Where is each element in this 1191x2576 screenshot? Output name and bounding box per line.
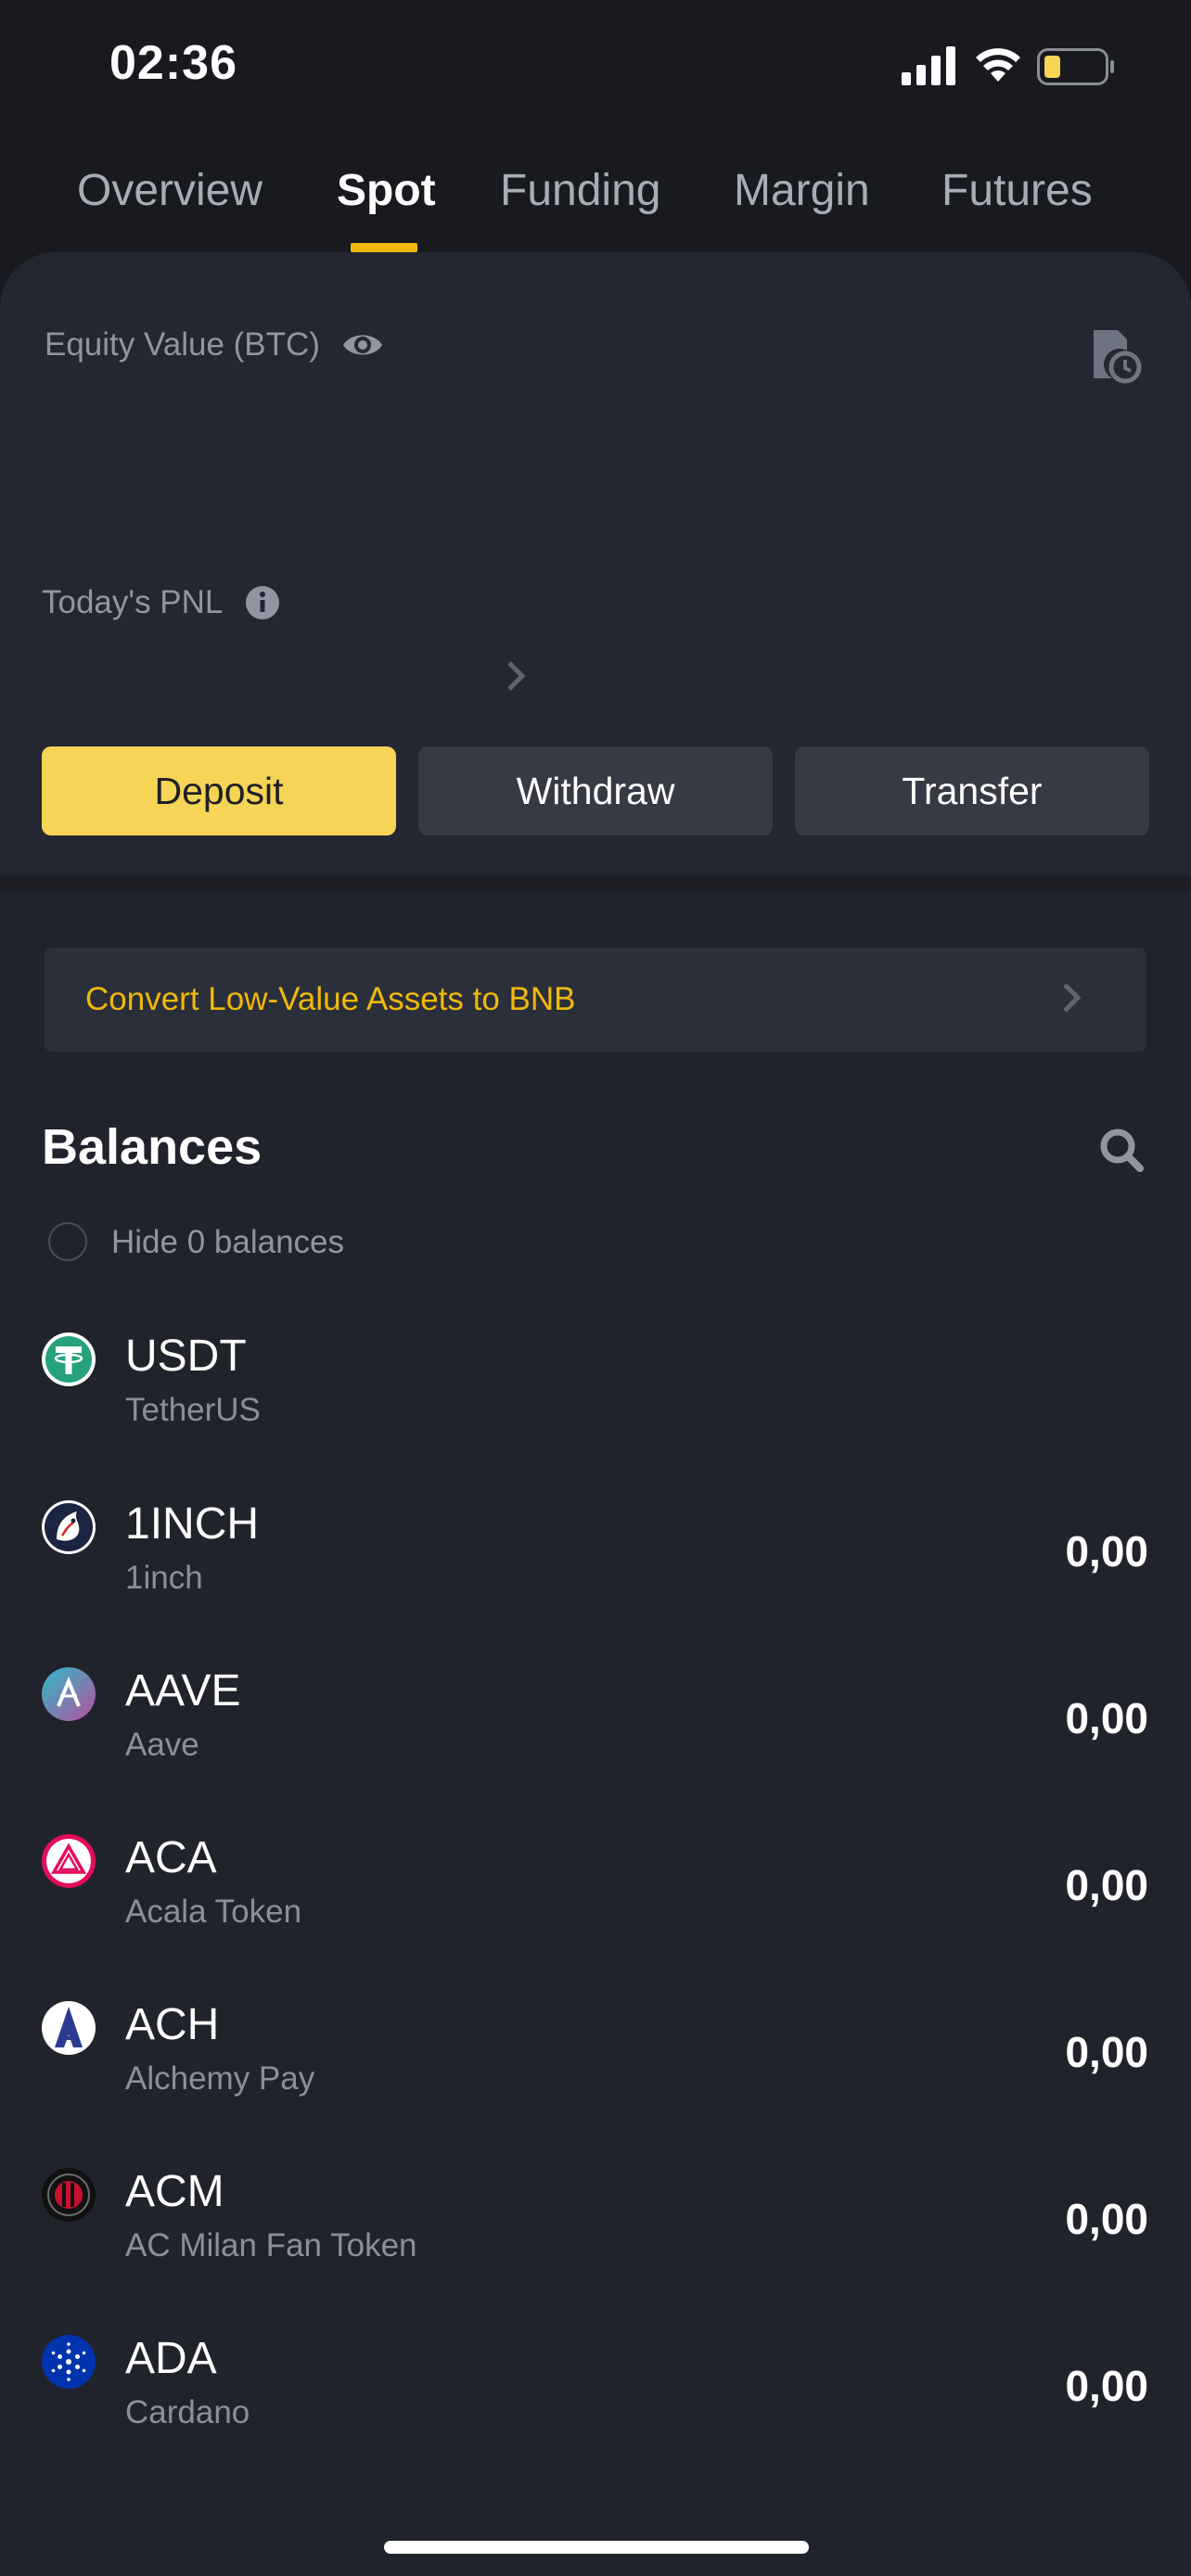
status-bar: 02:36 — [0, 0, 1191, 130]
asset-row-aave[interactable]: AAVE Aave 0,00 — [0, 1665, 1191, 1823]
signal-icon — [902, 46, 955, 85]
convert-banner-text: Convert Low-Value Assets to BNB — [85, 981, 576, 1017]
asset-row-aca[interactable]: ACA Acala Token 0,00 — [0, 1832, 1191, 1990]
balances-section: Convert Low-Value Assets to BNB Balances… — [0, 892, 1191, 2576]
hide-zero-balances-toggle[interactable] — [48, 1222, 87, 1261]
asset-name: Cardano — [125, 2394, 250, 2430]
asset-amount: 0,00 — [1065, 2028, 1148, 2076]
asset-name: TetherUS — [125, 1392, 261, 1428]
tab-funding[interactable]: Funding — [500, 165, 660, 216]
asset-amount: 0,00 — [1065, 1861, 1148, 1909]
hide-zero-balances-label: Hide 0 balances — [111, 1224, 344, 1260]
asset-symbol: ACA — [125, 1833, 217, 1882]
withdraw-button[interactable]: Withdraw — [418, 746, 773, 835]
battery-icon — [1037, 48, 1114, 85]
account-tabs: Overview Spot Funding Margin Futures — [0, 148, 1191, 255]
tab-futures[interactable]: Futures — [941, 165, 1093, 216]
asset-symbol: 1INCH — [125, 1499, 260, 1549]
tab-overview[interactable]: Overview — [77, 165, 263, 216]
asset-row-acm[interactable]: ACM AC Milan Fan Token 0,00 — [0, 2166, 1191, 2324]
asset-symbol: ACM — [125, 2167, 224, 2216]
wifi-icon — [976, 48, 1020, 82]
asset-symbol: ADA — [125, 2334, 217, 2383]
asset-symbol: USDT — [125, 1332, 247, 1381]
status-time: 02:36 — [109, 36, 237, 90]
tab-spot[interactable]: Spot — [337, 165, 436, 216]
asset-name: Alchemy Pay — [125, 2060, 315, 2097]
ach-icon — [42, 2001, 96, 2055]
asset-amount: 0,00 — [1065, 1527, 1148, 1575]
history-icon[interactable] — [1090, 326, 1142, 384]
transfer-button[interactable]: Transfer — [795, 746, 1149, 835]
asset-amount: 0,00 — [1065, 2195, 1148, 2243]
home-indicator[interactable] — [384, 2541, 809, 2554]
asset-name: Acala Token — [125, 1894, 302, 1930]
acm-icon — [42, 2168, 96, 2222]
asset-amount: 0,00 — [1065, 2362, 1148, 2410]
section-divider — [0, 875, 1191, 892]
1inch-icon — [42, 1500, 96, 1554]
asset-symbol: ACH — [125, 2000, 220, 2049]
asset-name: Aave — [125, 1727, 199, 1763]
info-icon[interactable] — [244, 584, 281, 621]
aave-icon — [42, 1667, 96, 1721]
asset-row-usdt[interactable]: USDT TetherUS — [0, 1331, 1191, 1488]
asset-name: AC Milan Fan Token — [125, 2227, 417, 2264]
tab-margin[interactable]: Margin — [734, 165, 870, 216]
asset-row-ada[interactable]: ADA Cardano 0,00 — [0, 2333, 1191, 2491]
asset-amount: 0,00 — [1065, 1694, 1148, 1742]
deposit-button[interactable]: Deposit — [42, 746, 396, 835]
asset-symbol: AAVE — [125, 1666, 241, 1715]
chevron-right-icon — [1063, 983, 1082, 1013]
chevron-right-icon[interactable] — [505, 658, 529, 694]
usdt-icon — [42, 1333, 96, 1386]
asset-name: 1inch — [125, 1560, 203, 1596]
search-icon[interactable] — [1097, 1126, 1146, 1174]
asset-row-1inch[interactable]: 1INCH 1inch 0,00 — [0, 1498, 1191, 1656]
convert-banner[interactable]: Convert Low-Value Assets to BNB — [45, 948, 1146, 1052]
pnl-label: Today's PNL — [42, 584, 224, 620]
eye-icon[interactable] — [341, 326, 384, 363]
asset-row-ach[interactable]: ACH Alchemy Pay 0,00 — [0, 1999, 1191, 2157]
aca-icon — [42, 1834, 96, 1888]
ada-icon — [42, 2335, 96, 2389]
balances-title: Balances — [42, 1119, 263, 1175]
active-tab-indicator — [351, 243, 417, 252]
equity-label: Equity Value (BTC) — [45, 326, 320, 363]
